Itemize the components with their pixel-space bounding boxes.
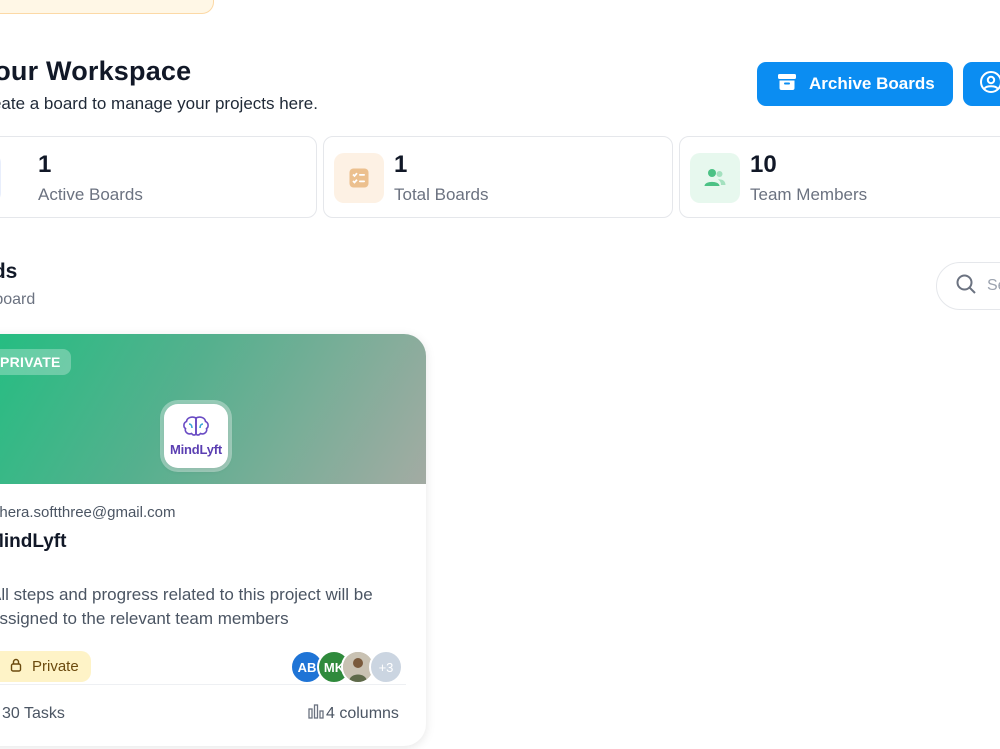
- stat-card-total-boards: 1 Total Boards: [323, 136, 673, 218]
- tasks-count: 30 Tasks: [0, 703, 65, 724]
- member-avatars[interactable]: AB MK +3: [290, 650, 410, 684]
- lock-icon: [10, 658, 22, 676]
- logo-text: MindLyft: [169, 442, 223, 457]
- section-title: My Boards: [0, 260, 18, 283]
- archive-boards-label: Archive Boards: [809, 74, 935, 93]
- stat-label: Active Boards: [38, 185, 143, 204]
- stat-value: 1: [38, 151, 52, 178]
- page-subtitle: Create a board to manage your projects h…: [0, 94, 318, 113]
- visibility-tag: PRIVATE: [0, 349, 71, 375]
- users-icon: [690, 153, 740, 203]
- top-notice-banner: [0, 0, 214, 14]
- tasks-label: 30 Tasks: [2, 704, 65, 722]
- card-divider: [0, 684, 406, 685]
- stat-card-active-boards: 1 Active Boards: [0, 136, 317, 218]
- layers-icon: [0, 153, 1, 203]
- columns-icon: [308, 703, 324, 724]
- stat-value: 1: [394, 151, 408, 178]
- search-icon: [955, 273, 977, 300]
- section-subtitle: 1 board: [0, 291, 36, 308]
- stat-value: 10: [750, 151, 777, 178]
- board-banner: PRIVATE MindLyft: [0, 334, 426, 484]
- extra-members-count: +3: [369, 650, 403, 684]
- page-title: Your Workspace: [0, 56, 192, 86]
- search-box[interactable]: [936, 262, 1000, 310]
- privacy-badge: Private: [0, 651, 91, 682]
- stat-card-team-members: 10 Team Members: [679, 136, 1000, 218]
- privacy-label: Private: [32, 658, 79, 675]
- stat-label: Team Members: [750, 185, 868, 204]
- columns-count: 4 columns: [308, 703, 399, 724]
- checklist-icon: [334, 153, 384, 203]
- workspace-page: Your Workspace Create a board to manage …: [0, 0, 1000, 749]
- stat-label: Total Boards: [394, 185, 489, 204]
- board-description: All steps and progress related to this p…: [0, 585, 373, 628]
- board-logo: MindLyft: [164, 404, 228, 468]
- user-circle-icon: [979, 70, 1000, 99]
- columns-label: 4 columns: [326, 704, 399, 722]
- board-card[interactable]: PRIVATE MindLyft farnshera.softthree@gma…: [0, 334, 426, 746]
- search-input[interactable]: [985, 276, 1000, 296]
- profile-button[interactable]: [963, 62, 1000, 106]
- archive-box-icon: [777, 72, 797, 97]
- archive-boards-button[interactable]: Archive Boards: [757, 62, 953, 106]
- board-name: MindLyft: [0, 531, 67, 552]
- owner-email: farnshera.softthree@gmail.com: [0, 504, 176, 521]
- brain-icon: [181, 415, 211, 444]
